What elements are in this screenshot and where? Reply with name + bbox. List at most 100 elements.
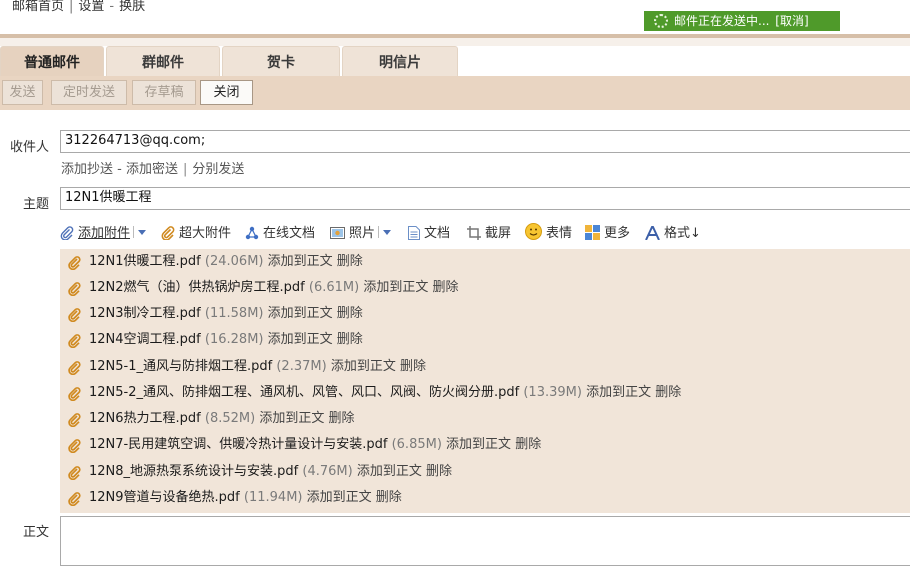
add-to-body-link[interactable]: 添加到正文	[331, 359, 396, 374]
nav-separator: -	[109, 0, 115, 14]
online-doc-button[interactable]: 在线文档	[245, 222, 315, 246]
tab-normal-mail[interactable]: 普通邮件	[0, 46, 104, 76]
attachment-filename: 12N7-民用建筑空调、供暖冷热计量设计与安装.pdf	[89, 437, 388, 452]
tab-greeting-card[interactable]: 贺卡	[222, 46, 340, 76]
add-to-body-link[interactable]: 添加到正文	[586, 385, 651, 400]
more-button[interactable]: 更多	[585, 222, 630, 246]
delete-attachment-link[interactable]: 删除	[337, 254, 363, 269]
divider	[133, 226, 135, 238]
add-bcc-link[interactable]: 添加密送	[126, 162, 178, 177]
paperclip-icon	[68, 412, 81, 436]
large-attachment-label: 超大附件	[179, 226, 232, 241]
body-label: 正文	[22, 525, 49, 540]
delete-attachment-link[interactable]: 删除	[337, 332, 363, 347]
link-dash: -	[117, 162, 122, 177]
document-button[interactable]: 文档	[408, 222, 450, 246]
document-label: 文档	[424, 226, 451, 241]
loading-spinner-icon	[654, 14, 668, 28]
add-to-body-link[interactable]: 添加到正文	[259, 411, 324, 426]
share-nodes-icon	[245, 225, 259, 249]
close-button[interactable]: 关闭	[200, 80, 253, 105]
add-to-body-link[interactable]: 添加到正文	[307, 490, 372, 505]
recipient-options: 添加抄送 - 添加密送 | 分别发送	[61, 158, 244, 177]
nav-change-skin[interactable]: 换肤	[119, 0, 145, 14]
emoticon-label: 表情	[546, 226, 573, 241]
paperclip-icon	[68, 386, 81, 410]
attachment-size: (11.58M)	[204, 306, 264, 321]
grid-icon	[585, 225, 600, 249]
link-pipe: |	[183, 162, 188, 177]
add-cc-link[interactable]: 添加抄送	[61, 162, 113, 177]
delete-attachment-link[interactable]: 删除	[433, 280, 459, 295]
add-to-body-link[interactable]: 添加到正文	[363, 280, 428, 295]
paperclip-icon	[68, 281, 81, 305]
attachment-filename: 12N6热力工程.pdf	[89, 411, 201, 426]
large-attachment-button[interactable]: 超大附件	[161, 222, 231, 246]
paperclip-icon	[68, 333, 81, 357]
send-button[interactable]: 发送	[2, 80, 43, 105]
compose-toolbar: 发送 定时发送 存草稿 关闭	[0, 76, 910, 110]
more-label: 更多	[604, 226, 631, 241]
attachment-filename: 12N1供暖工程.pdf	[89, 254, 201, 269]
subject-field[interactable]: 12N1供暖工程	[60, 187, 910, 210]
attachment-size: (6.85M)	[391, 437, 442, 452]
attachment-filename: 12N4空调工程.pdf	[89, 332, 201, 347]
delete-attachment-link[interactable]: 删除	[376, 490, 402, 505]
paperclip-icon	[68, 360, 81, 384]
scheduled-send-button[interactable]: 定时发送	[51, 80, 127, 105]
paperclip-icon	[68, 255, 81, 279]
add-to-body-link[interactable]: 添加到正文	[446, 437, 511, 452]
emoticon-button[interactable]: 表情	[525, 222, 572, 246]
delete-attachment-link[interactable]: 删除	[337, 306, 363, 321]
cancel-sending-link[interactable]: [取消]	[775, 14, 808, 28]
photo-icon	[330, 225, 345, 249]
online-doc-label: 在线文档	[263, 226, 316, 241]
attachment-filename: 12N8_地源热泵系统设计与安装.pdf	[89, 464, 299, 479]
attachment-size: (6.61M)	[308, 280, 360, 295]
sending-status-banner: 邮件正在发送中... [取消]	[644, 11, 840, 31]
add-to-body-link[interactable]: 添加到正文	[268, 332, 333, 347]
delete-attachment-link[interactable]: 删除	[655, 385, 681, 400]
photo-label: 照片	[349, 226, 376, 241]
header-strip	[0, 38, 910, 46]
format-button[interactable]: 格式↓	[645, 222, 701, 246]
tab-postcard[interactable]: 明信片	[342, 46, 458, 76]
delete-attachment-link[interactable]: 删除	[515, 437, 541, 452]
to-field[interactable]: 312264713@qq.com;	[60, 130, 910, 153]
attachment-size: (2.37M)	[276, 359, 327, 374]
attachment-filename: 12N3制冷工程.pdf	[89, 306, 201, 321]
delete-attachment-link[interactable]: 删除	[426, 464, 452, 479]
body-editor[interactable]	[60, 516, 910, 566]
send-separately-link[interactable]: 分别发送	[192, 162, 244, 177]
chevron-down-icon[interactable]	[383, 230, 392, 235]
attachment-filename: 12N2燃气（油）供热锅炉房工程.pdf	[89, 280, 305, 295]
delete-attachment-link[interactable]: 删除	[329, 411, 355, 426]
save-draft-button[interactable]: 存草稿	[132, 80, 196, 105]
paperclip-icon	[68, 307, 81, 331]
smiley-icon	[525, 223, 542, 249]
document-icon	[408, 225, 420, 249]
attachment-size: (13.39M)	[523, 385, 582, 400]
photo-button[interactable]: 照片	[330, 222, 392, 249]
paperclip-icon	[68, 465, 81, 489]
paperclip-icon	[60, 225, 74, 249]
tab-group-mail[interactable]: 群邮件	[106, 46, 220, 76]
large-attachment-icon	[161, 225, 175, 249]
screenshot-label: 截屏	[485, 226, 512, 241]
add-to-body-link[interactable]: 添加到正文	[268, 254, 333, 269]
add-to-body-link[interactable]: 添加到正文	[357, 464, 422, 479]
screenshot-button[interactable]: 截屏	[467, 222, 511, 246]
attachment-filename: 12N5-2_通风、防排烟工程、通风机、风管、风口、风阀、防火阀分册.pdf	[89, 385, 520, 400]
attachment-filename: 12N5-1_通风与防排烟工程.pdf	[89, 359, 273, 374]
divider	[378, 226, 380, 238]
delete-attachment-link[interactable]: 删除	[400, 359, 426, 374]
add-attachment-button[interactable]: 添加附件	[60, 222, 147, 249]
nav-settings[interactable]: 设置	[78, 0, 104, 14]
nav-mailbox-home[interactable]: 邮箱首页	[12, 0, 64, 14]
paperclip-icon	[68, 438, 81, 462]
attachment-size: (8.52M)	[204, 411, 256, 426]
add-to-body-link[interactable]: 添加到正文	[268, 306, 333, 321]
chevron-down-icon[interactable]	[138, 230, 147, 235]
format-label: 格式↓	[664, 226, 701, 241]
attachment-size: (16.28M)	[204, 332, 264, 347]
